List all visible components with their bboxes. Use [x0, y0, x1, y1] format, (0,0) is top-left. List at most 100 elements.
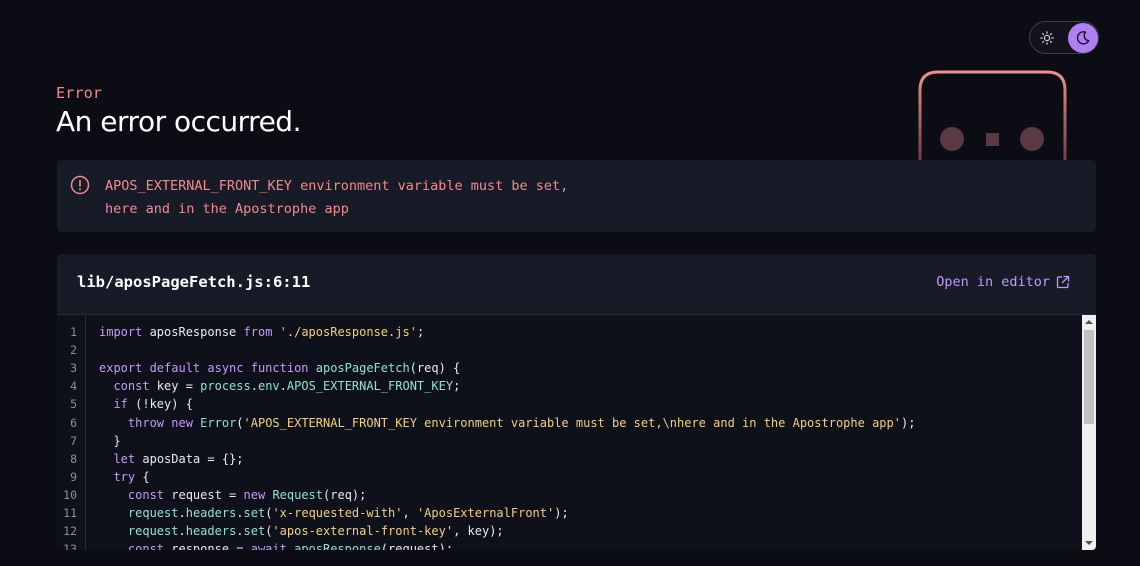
code-token: process	[200, 379, 251, 394]
error-message-line: APOS_EXTERNAL_FRONT_KEY environment vari…	[105, 178, 569, 194]
code-token: const	[113, 379, 150, 394]
code-token: try	[113, 469, 136, 484]
code-token: request =	[164, 487, 244, 502]
line-number: 1	[70, 325, 77, 339]
alert-circle-icon	[70, 175, 90, 195]
open-in-editor-link[interactable]: Open in editor	[936, 274, 1070, 290]
code-token: APOS_EXTERNAL_FRONT_KEY	[286, 379, 454, 394]
code-token: './aposResponse.js'	[279, 325, 417, 339]
code-token: .	[236, 524, 244, 539]
robot-mascot-icon	[918, 70, 1067, 162]
code-token: (request);	[380, 542, 454, 550]
line-source: }	[99, 432, 121, 450]
code-token: );	[554, 506, 569, 520]
error-message: APOS_EXTERNAL_FRONT_KEY environment vari…	[105, 175, 568, 221]
code-token: headers	[185, 524, 237, 539]
line-number: 8	[70, 451, 77, 466]
line-number: 13	[63, 542, 77, 550]
line-number: 10	[63, 487, 77, 502]
code-frame: lib/aposPageFetch.js:6:11 Open in editor…	[57, 254, 1096, 550]
external-link-icon	[1056, 275, 1070, 289]
code-token: request	[127, 506, 179, 520]
scrollbar-thumb[interactable]	[1084, 330, 1094, 424]
scroll-down-arrow-icon[interactable]	[1082, 536, 1096, 550]
file-path: lib/aposPageFetch.js:6:11	[77, 273, 311, 291]
code-token: set	[243, 524, 266, 539]
moon-icon[interactable]	[1068, 23, 1098, 53]
code-token: const	[127, 542, 165, 550]
code-token: (	[236, 415, 244, 430]
code-token: aposPageFetch	[315, 361, 410, 376]
error-message-line: here and in the Apostrophe app	[105, 201, 349, 217]
code-token: env	[257, 379, 280, 394]
code-token: (!key) {	[127, 397, 193, 412]
line-number: 7	[70, 433, 77, 448]
scroll-up-arrow-icon[interactable]	[1082, 315, 1096, 329]
code-token: Error	[200, 415, 237, 430]
code-token: .	[279, 379, 287, 394]
code-token: ;	[416, 325, 425, 339]
line-source: export default async function aposPageFe…	[99, 359, 460, 377]
code-token: 'x-requested-with'	[272, 506, 403, 520]
code-token: ;	[453, 379, 461, 394]
line-number: 2	[70, 343, 77, 358]
line-number: 3	[70, 361, 77, 376]
code-token: .	[236, 506, 244, 520]
code-token: from	[243, 325, 273, 339]
code-token: headers	[185, 506, 237, 520]
code-token: throw new	[127, 415, 193, 430]
code-token: .	[178, 524, 186, 539]
line-source: import aposResponse from './aposResponse…	[99, 323, 424, 341]
code-token: key =	[149, 379, 201, 394]
line-number: 11	[63, 506, 77, 520]
line-number: 5	[70, 397, 77, 412]
code-token: .	[178, 506, 186, 520]
code-token: 'apos-external-front-key'	[272, 524, 454, 539]
code-token: aposResponse	[142, 325, 244, 339]
code-frame-header: lib/aposPageFetch.js:6:11 Open in editor	[57, 254, 1096, 315]
error-label: Error	[56, 84, 103, 102]
code-token: 'AposExternalFront'	[416, 506, 555, 520]
code-token: const	[127, 487, 165, 502]
sun-icon[interactable]	[1037, 28, 1057, 48]
line-source: request.headers.set('x-requested-with', …	[99, 504, 569, 522]
vertical-scrollbar[interactable]	[1082, 315, 1096, 550]
line-number: 4	[70, 379, 77, 394]
error-message-box: APOS_EXTERNAL_FRONT_KEY environment vari…	[57, 160, 1096, 232]
page-title: An error occurred.	[56, 105, 301, 138]
code-token: aposData = {};	[135, 451, 244, 466]
line-source: let aposData = {};	[99, 450, 244, 468]
code-token: ,	[402, 506, 417, 520]
theme-toggle[interactable]	[1029, 21, 1099, 54]
code-token: Request	[272, 487, 324, 502]
line-source: const response = await aposResponse(requ…	[99, 540, 453, 550]
code-token: }	[99, 433, 121, 448]
line-source: request.headers.set('apos-external-front…	[99, 522, 504, 540]
code-token: aposResponse	[294, 542, 381, 550]
line-source: if (!key) {	[99, 395, 193, 413]
code-token: );	[900, 415, 916, 430]
code-token: set	[243, 506, 266, 520]
code-token: response =	[164, 542, 251, 550]
line-number: 12	[63, 524, 77, 539]
code-token: let	[113, 451, 136, 466]
code-token: , key);	[453, 524, 504, 539]
code-token: import	[99, 325, 143, 339]
code-token: request	[127, 524, 179, 539]
code-viewer[interactable]: 1 import aposResponse from './aposRespons…	[57, 315, 1082, 550]
code-token: .	[250, 379, 258, 394]
code-token: new	[243, 487, 266, 502]
line-source: try {	[99, 468, 149, 486]
line-source: const key = process.env.APOS_EXTERNAL_FR…	[99, 377, 460, 395]
